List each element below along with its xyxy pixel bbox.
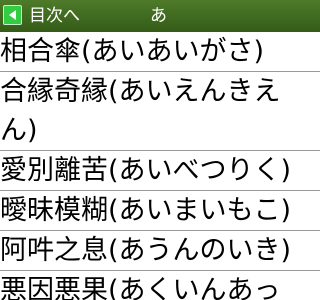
list-item[interactable]: 相合傘(あいあいがさ) bbox=[0, 32, 320, 72]
page-title: あ bbox=[150, 6, 167, 26]
back-arrow-icon[interactable] bbox=[3, 5, 22, 25]
back-button-label: 目次へ bbox=[29, 6, 80, 26]
list-item-text: 悪因悪果(あくいんあっ bbox=[0, 275, 281, 300]
header-bar: 目次へ あ bbox=[0, 0, 320, 32]
list-item-text: 相合傘(あいあいがさ) bbox=[0, 36, 265, 67]
list-item-text: 阿吽之息(あうんのいき) bbox=[0, 235, 292, 266]
list-item[interactable]: 愛別離苦(あいべつりく) bbox=[0, 151, 320, 191]
list-item-text-continued: ん) bbox=[0, 115, 38, 146]
list-item[interactable]: 阿吽之息(あうんのいき) bbox=[0, 231, 320, 271]
list-item[interactable]: 合縁奇縁(あいえんきえ ん) bbox=[0, 72, 320, 151]
list-item-text: 合縁奇縁(あいえんきえ bbox=[0, 76, 281, 107]
list-item[interactable]: 曖昧模糊(あいまいもこ) bbox=[0, 191, 320, 231]
list-item[interactable]: 悪因悪果(あくいんあっ bbox=[0, 271, 320, 300]
back-to-index-button[interactable]: 目次へ bbox=[0, 0, 92, 32]
entry-list: 相合傘(あいあいがさ) 合縁奇縁(あいえんきえ ん) 愛別離苦(あいべつりく) … bbox=[0, 32, 320, 300]
list-item-text: 愛別離苦(あいべつりく) bbox=[0, 155, 292, 186]
app-window: 目次へ あ 相合傘(あいあいがさ) 合縁奇縁(あいえんきえ ん) 愛別離苦(あい… bbox=[0, 0, 320, 300]
list-item-text: 曖昧模糊(あいまいもこ) bbox=[0, 195, 292, 226]
